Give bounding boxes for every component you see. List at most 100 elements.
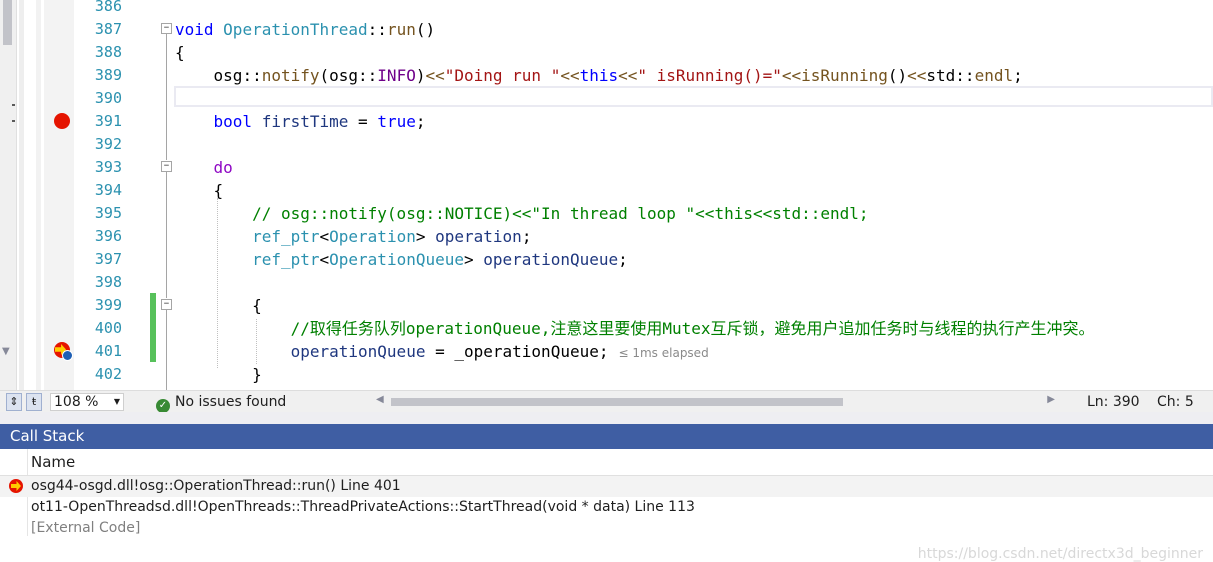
code-token: < — [319, 250, 330, 269]
zoom-value: 108 % — [54, 394, 99, 410]
line-number: 396 — [94, 227, 122, 245]
code-token: // osg::notify(osg::NOTICE)<<"In thread … — [252, 204, 869, 223]
code-token: operationQueue — [290, 342, 426, 361]
code-token: do — [213, 158, 233, 177]
code-token: void — [175, 20, 224, 39]
code-token: ref_ptr — [252, 250, 320, 269]
code-token: OperationQueue — [329, 250, 464, 269]
line-number: 394 — [94, 181, 122, 199]
code-token: Operation — [329, 227, 416, 246]
scroll-right-icon[interactable]: ▶ — [1047, 394, 1055, 405]
code-line[interactable]: 389 osg::notify(osg::INFO)<<"Doing run "… — [0, 64, 1213, 87]
panel-title[interactable]: Call Stack — [0, 424, 1213, 449]
code-line[interactable]: 386 — [0, 0, 1213, 18]
code-line[interactable]: 391 bool firstTime = true; — [0, 110, 1213, 133]
code-text[interactable]: ref_ptr<Operation> operation; — [175, 225, 531, 248]
line-number: 401 — [94, 342, 122, 360]
code-token: > — [415, 227, 436, 246]
code-token: << — [618, 66, 638, 85]
code-token: } — [175, 365, 262, 384]
code-line[interactable]: 390 — [0, 87, 1213, 110]
code-token: run — [386, 20, 416, 39]
zoom-dropdown[interactable]: 108 % ▼ — [50, 393, 124, 411]
code-text[interactable]: //取得任务队列operationQueue,注意这里要使用Mutex互斥锁，避… — [175, 317, 1095, 340]
code-line[interactable]: 401 operationQueue = _operationQueue; ≤ 1… — [0, 340, 1213, 363]
code-line[interactable]: 402 } — [0, 363, 1213, 386]
stack-frame-text: osg44-osgd.dll!osg::OperationThread::run… — [31, 478, 401, 494]
code-token: //取得任务队列operationQueue,注意这里要使用Mutex互斥锁，避… — [290, 319, 1095, 338]
code-text[interactable]: operationQueue = _operationQueue; ≤ 1ms e… — [175, 340, 709, 365]
perf-tip[interactable]: ≤ 1ms elapsed — [618, 346, 708, 360]
line-number: 400 — [94, 319, 122, 337]
code-text[interactable]: { — [175, 179, 224, 202]
code-line[interactable]: 400 //取得任务队列operationQueue,注意这里要使用Mutex互… — [0, 317, 1213, 340]
code-token: () — [415, 20, 436, 39]
code-token: < — [319, 227, 330, 246]
code-line[interactable]: 387 void OperationThread::run() — [0, 18, 1213, 41]
column-header-name[interactable]: Name — [0, 449, 1213, 476]
code-text[interactable]: // osg::notify(osg::NOTICE)<<"In thread … — [175, 202, 869, 225]
code-text[interactable]: { — [175, 41, 185, 64]
code-line[interactable]: 396 ref_ptr<Operation> operation; — [0, 225, 1213, 248]
code-token: notify — [261, 66, 320, 85]
code-token: osg — [175, 66, 243, 85]
code-token: bool — [213, 112, 262, 131]
code-token: true — [377, 112, 416, 131]
code-token: > — [464, 250, 484, 269]
scroll-left-icon[interactable]: ◀ — [376, 394, 384, 405]
code-token: ; — [415, 112, 426, 131]
horizontal-scrollbar[interactable]: ◀ ▶ — [373, 393, 1058, 411]
code-text[interactable]: bool firstTime = true; — [175, 110, 426, 133]
code-line[interactable]: 395 // osg::notify(osg::NOTICE)<<"In thr… — [0, 202, 1213, 225]
code-token: { — [175, 181, 224, 200]
line-number: 397 — [94, 250, 122, 268]
code-editor[interactable]: ▼ − − − 386 387 void OperationThread::run(… — [0, 0, 1213, 390]
issues-label: No issues found — [175, 394, 287, 410]
editor-status-bar: ⇕ ŧ 108 % ▼ ✓ No issues found ◀ ▶ Ln: 390… — [0, 390, 1213, 413]
code-token: () — [887, 66, 908, 85]
panel-splitter[interactable] — [0, 412, 1213, 424]
code-text[interactable]: do — [175, 156, 233, 179]
line-indicator[interactable]: Ln: 390 — [1087, 392, 1140, 412]
code-line[interactable]: 392 — [0, 133, 1213, 156]
code-line[interactable]: 388 { — [0, 41, 1213, 64]
scrollbar-thumb[interactable] — [391, 398, 843, 406]
call-stack-panel: Call Stack Name osg44-osgd.dll!osg::Oper… — [0, 412, 1213, 562]
code-text[interactable]: void OperationThread::run() — [175, 18, 435, 41]
navigate-icon[interactable]: ŧ — [26, 393, 42, 411]
code-line[interactable]: 394 { — [0, 179, 1213, 202]
code-token: isRunning — [801, 66, 888, 85]
stack-frame-row[interactable]: osg44-osgd.dll!osg::OperationThread::run… — [0, 476, 1213, 497]
code-line[interactable]: 393 do — [0, 156, 1213, 179]
code-token: _operationQueue; — [454, 342, 609, 361]
code-line[interactable]: 399 { — [0, 294, 1213, 317]
code-text[interactable]: osg::notify(osg::INFO)<<"Doing run "<<th… — [175, 64, 1023, 87]
line-number: 386 — [94, 0, 122, 15]
line-number: 388 — [94, 43, 122, 61]
line-number: 392 — [94, 135, 122, 153]
call-stack-grid[interactable]: Name osg44-osgd.dll!osg::OperationThread… — [0, 449, 1213, 562]
code-token: "Doing run " — [444, 66, 561, 85]
line-number: 389 — [94, 66, 122, 84]
watermark: https://blog.csdn.net/directx3d_beginner — [917, 546, 1203, 562]
issues-indicator[interactable]: ✓ No issues found — [156, 392, 286, 413]
code-token: this — [579, 66, 619, 85]
code-token: = — [348, 112, 378, 131]
stack-frame-row[interactable]: ot11-OpenThreadsd.dll!OpenThreads::Threa… — [0, 497, 1213, 518]
column-indicator[interactable]: Ch: 5 — [1157, 392, 1194, 412]
code-token: :: — [242, 66, 262, 85]
code-text[interactable]: ref_ptr<OperationQueue> operationQueue; — [175, 248, 628, 271]
code-line[interactable]: 397 ref_ptr<OperationQueue> operationQue… — [0, 248, 1213, 271]
code-text[interactable]: { — [175, 294, 262, 317]
code-token: OperationThread — [223, 20, 368, 39]
code-line[interactable]: 398 — [0, 271, 1213, 294]
code-token: firstTime — [261, 112, 349, 131]
column-header-label: Name — [31, 453, 76, 471]
code-token: " isRunning()=" — [637, 66, 782, 85]
split-icon[interactable]: ⇕ — [6, 393, 22, 411]
code-text[interactable]: } — [175, 363, 262, 386]
